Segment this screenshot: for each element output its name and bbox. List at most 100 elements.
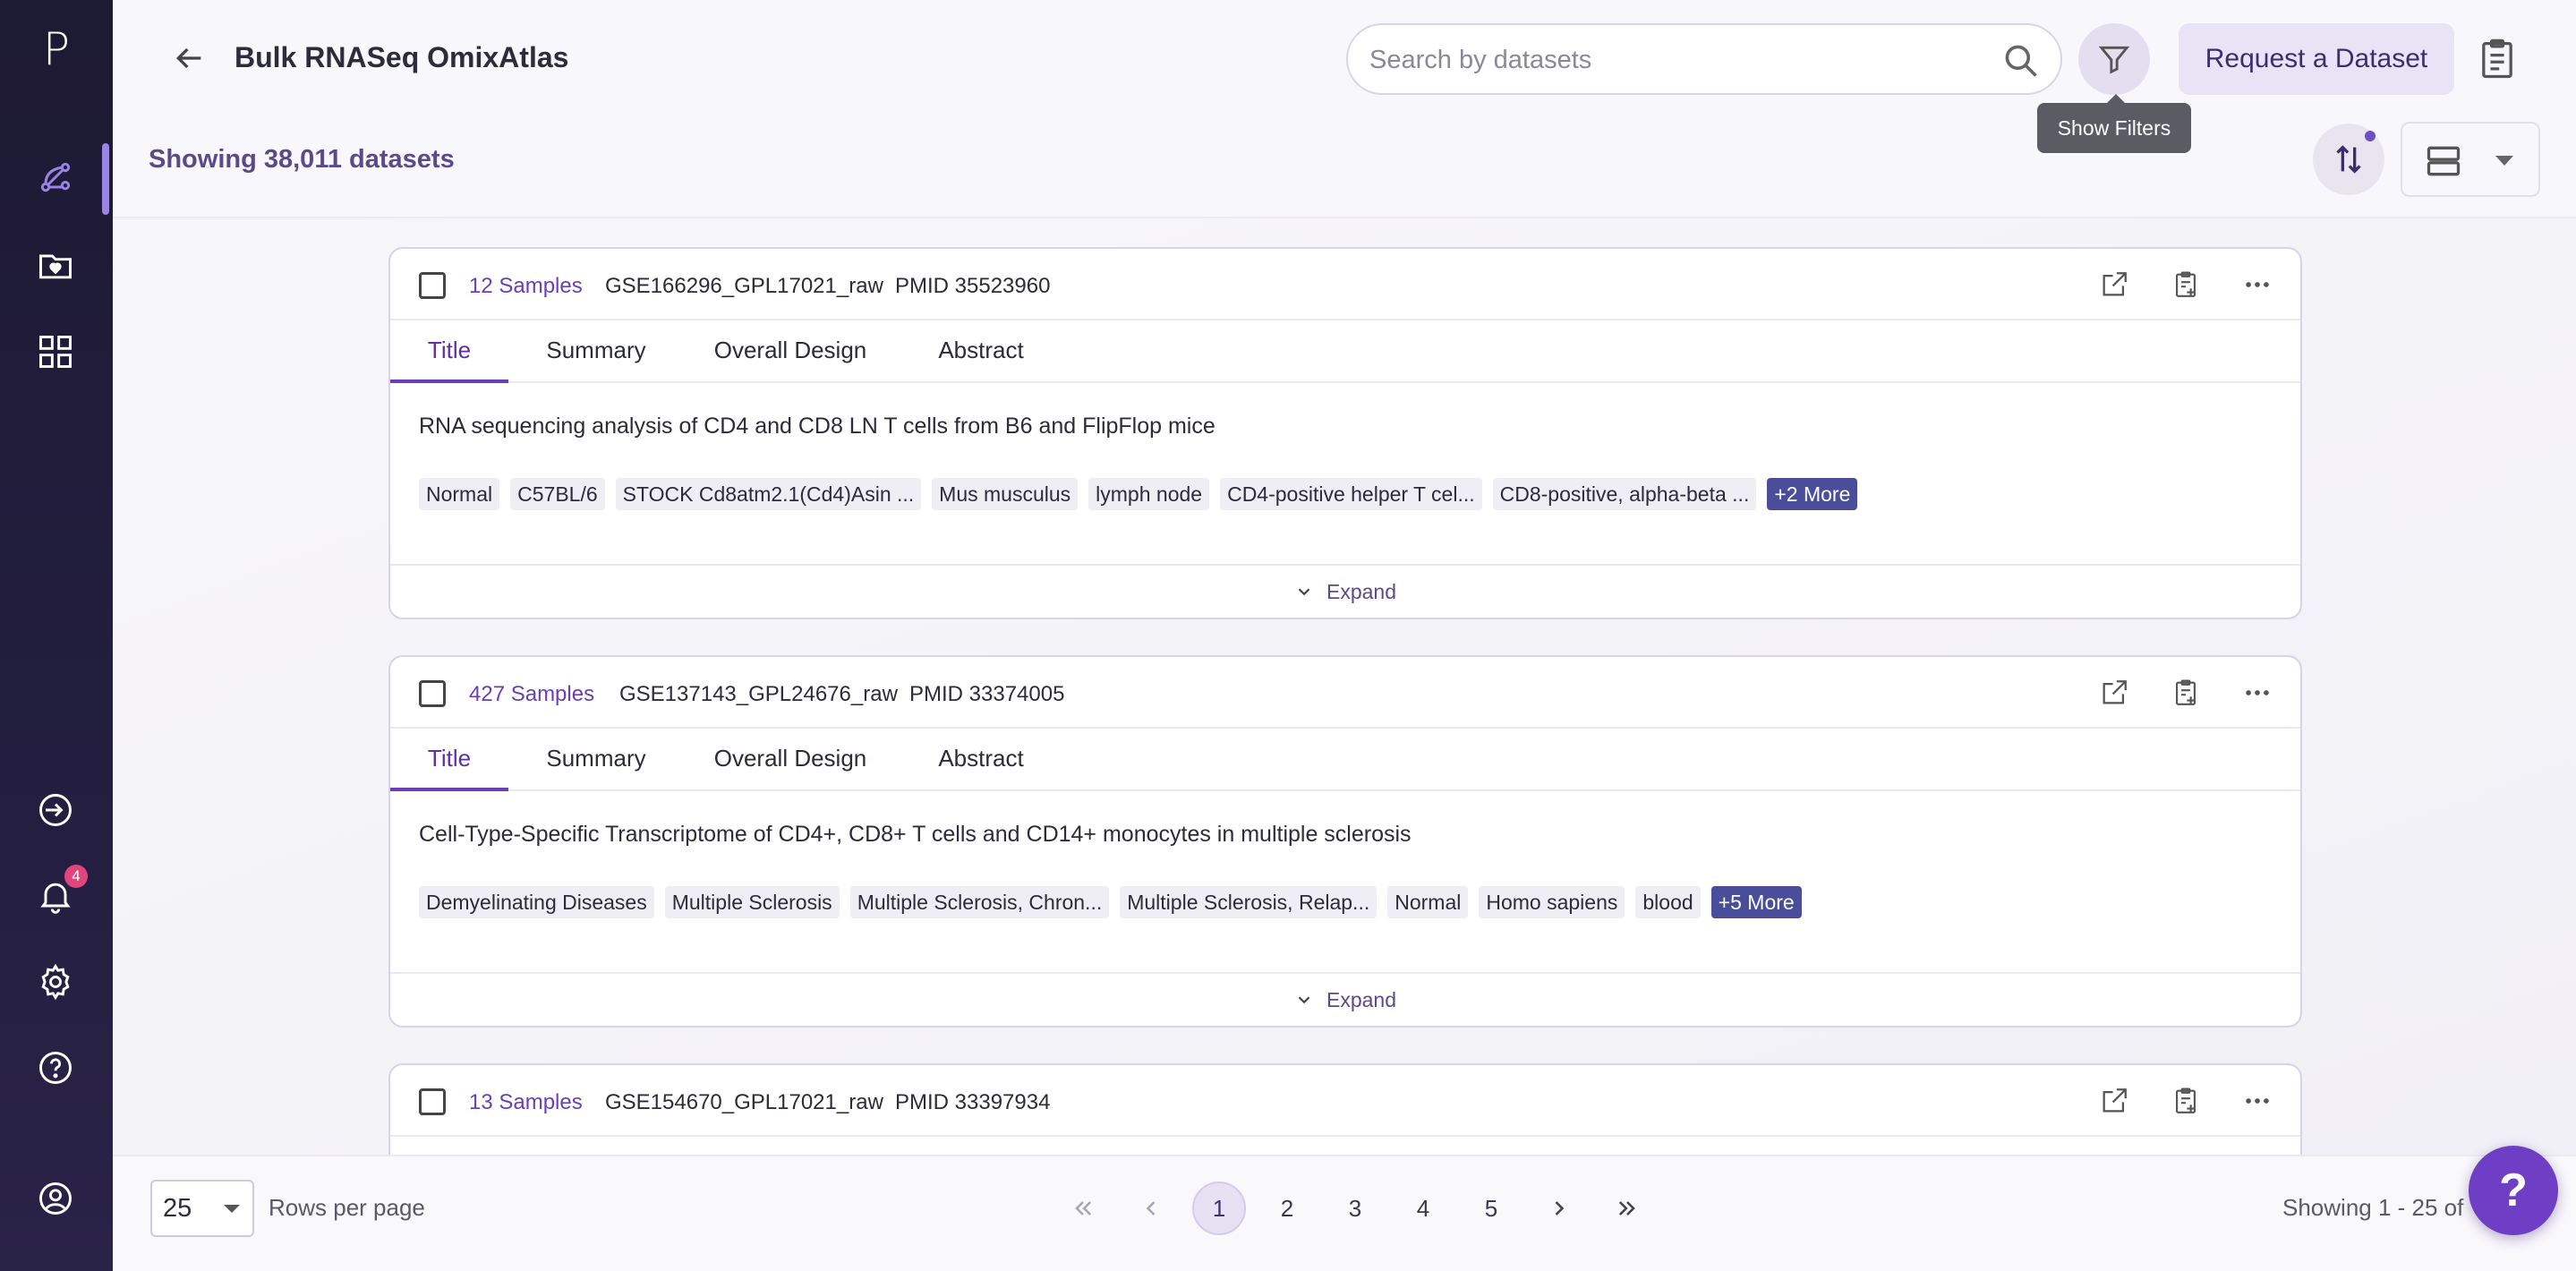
prev-page-icon[interactable] bbox=[1124, 1181, 1178, 1235]
clipboard-icon[interactable] bbox=[2474, 36, 2521, 82]
filter-button[interactable] bbox=[2078, 23, 2150, 95]
open-external-icon[interactable] bbox=[2096, 267, 2132, 303]
request-dataset-button[interactable]: Request a Dataset bbox=[2179, 23, 2454, 95]
dataset-title: RNA sequencing analysis of CD4 and CD8 L… bbox=[419, 414, 1215, 439]
more-tags-button[interactable]: +5 More bbox=[1710, 886, 1802, 918]
card-header: 12 Samples GSE166296_GPL17021_raw PMID 3… bbox=[390, 249, 2300, 320]
rows-per-page-select[interactable]: 25 bbox=[150, 1180, 254, 1237]
gear-icon[interactable] bbox=[28, 954, 83, 1010]
tab-summary[interactable]: Summary bbox=[528, 320, 664, 383]
more-options-icon[interactable] bbox=[2239, 675, 2275, 711]
chevron-down-icon bbox=[1298, 588, 1310, 596]
pmid: PMID 33374005 bbox=[909, 682, 1065, 706]
rows-per-page-value: 25 bbox=[163, 1194, 192, 1223]
sort-button[interactable] bbox=[2313, 124, 2384, 195]
top-bar: Bulk RNASeq OmixAtlas Show Filters Reque… bbox=[113, 0, 2576, 218]
tag: CD4-positive helper T cel... bbox=[1220, 478, 1482, 510]
card-tabs: Title Summary Overall Design Abstract bbox=[390, 729, 2300, 791]
tab-overall-design[interactable]: Overall Design bbox=[696, 729, 884, 791]
notification-badge: 4 bbox=[64, 865, 88, 888]
tab-summary[interactable]: Summary bbox=[528, 729, 664, 791]
expand-button[interactable]: Expand bbox=[390, 564, 2300, 618]
tag: Multiple Sclerosis bbox=[664, 886, 840, 918]
clipboard-add-icon[interactable] bbox=[2168, 267, 2204, 303]
clipboard-add-icon[interactable] bbox=[2168, 1083, 2204, 1119]
dataset-title: Cell-Type-Specific Transcriptome of CD4+… bbox=[419, 822, 1412, 847]
user-circle-icon[interactable] bbox=[28, 1171, 83, 1226]
active-indicator bbox=[102, 143, 109, 215]
tag: lymph node bbox=[1088, 478, 1210, 510]
folder-heart-icon[interactable] bbox=[28, 238, 83, 294]
page-button-1[interactable]: 1 bbox=[1192, 1181, 1246, 1235]
dataset-list: 12 Samples GSE166296_GPL17021_raw PMID 3… bbox=[113, 220, 2576, 1155]
tab-abstract[interactable]: Abstract bbox=[918, 320, 1044, 383]
view-toggle-button[interactable] bbox=[2401, 122, 2540, 197]
tag: C57BL/6 bbox=[510, 478, 605, 510]
tag-list: Demyelinating Diseases Multiple Sclerosi… bbox=[419, 886, 1802, 918]
tag: Multiple Sclerosis, Chron... bbox=[849, 886, 1110, 918]
tag: Multiple Sclerosis, Relap... bbox=[1120, 886, 1378, 918]
dataset-checkbox[interactable] bbox=[419, 272, 446, 299]
tag: Homo sapiens bbox=[1479, 886, 1625, 918]
samples-link[interactable]: 13 Samples bbox=[469, 1090, 583, 1115]
samples-link[interactable]: 12 Samples bbox=[469, 274, 583, 299]
first-page-icon[interactable] bbox=[1056, 1181, 1110, 1235]
samples-link[interactable]: 427 Samples bbox=[469, 682, 594, 707]
pagination-bar: 25 Rows per page 1 2 3 4 5 Showing 1 - 2… bbox=[113, 1155, 2576, 1271]
tab-abstract[interactable]: Abstract bbox=[918, 729, 1044, 791]
page-button-3[interactable]: 3 bbox=[1328, 1181, 1382, 1235]
expand-label: Expand bbox=[1326, 987, 1396, 1011]
tag: blood bbox=[1635, 886, 1701, 918]
tab-title[interactable]: Title bbox=[390, 729, 508, 791]
card-header: 427 Samples GSE137143_GPL24676_raw PMID … bbox=[390, 657, 2300, 729]
workflow-icon[interactable] bbox=[28, 149, 83, 205]
tab-overall-design[interactable]: Overall Design bbox=[696, 320, 884, 383]
dataset-id: GSE154670_GPL17021_raw bbox=[605, 1090, 883, 1114]
more-options-icon[interactable] bbox=[2239, 1083, 2275, 1119]
search-input[interactable] bbox=[1369, 41, 1978, 79]
dataset-checkbox[interactable] bbox=[419, 680, 446, 707]
expand-label: Expand bbox=[1326, 579, 1396, 603]
list-view-icon bbox=[2427, 146, 2461, 176]
pmid: PMID 33397934 bbox=[895, 1090, 1051, 1114]
dataset-card: 427 Samples GSE137143_GPL24676_raw PMID … bbox=[388, 655, 2302, 1028]
dataset-card: 12 Samples GSE166296_GPL17021_raw PMID 3… bbox=[388, 247, 2302, 619]
card-tabs: Title Summary Overall Design Abstract bbox=[390, 320, 2300, 383]
filter-tooltip: Show Filters bbox=[2037, 94, 2191, 153]
help-chat-button[interactable]: ? bbox=[2469, 1146, 2558, 1235]
page-button-5[interactable]: 5 bbox=[1464, 1181, 1518, 1235]
dataset-id: GSE137143_GPL24676_raw bbox=[619, 682, 898, 706]
search-box[interactable] bbox=[1346, 23, 2062, 95]
search-icon[interactable] bbox=[2001, 41, 2041, 81]
sidebar: P 4 bbox=[0, 0, 113, 1271]
dataset-id: GSE166296_GPL17021_raw bbox=[605, 274, 883, 298]
import-icon[interactable] bbox=[28, 782, 83, 838]
grid-icon[interactable] bbox=[28, 324, 83, 380]
more-tags-button[interactable]: +2 More bbox=[1767, 478, 1858, 510]
tag: STOCK Cd8atm2.1(Cd4)Asin ... bbox=[615, 478, 922, 510]
page-button-2[interactable]: 2 bbox=[1260, 1181, 1314, 1235]
back-arrow-icon[interactable] bbox=[166, 38, 211, 79]
page-button-4[interactable]: 4 bbox=[1396, 1181, 1450, 1235]
tag: Demyelinating Diseases bbox=[419, 886, 654, 918]
tag: Normal bbox=[1387, 886, 1469, 918]
card-header: 13 Samples GSE154670_GPL17021_raw PMID 3… bbox=[390, 1065, 2300, 1137]
clipboard-add-icon[interactable] bbox=[2168, 675, 2204, 711]
more-options-icon[interactable] bbox=[2239, 267, 2275, 303]
page-title: Bulk RNASeq OmixAtlas bbox=[235, 41, 569, 73]
sort-indicator-dot bbox=[2365, 131, 2376, 141]
help-circle-icon[interactable] bbox=[28, 1040, 83, 1096]
last-page-icon[interactable] bbox=[1600, 1181, 1654, 1235]
expand-button[interactable]: Expand bbox=[390, 972, 2300, 1026]
tag: Normal bbox=[419, 478, 500, 510]
chevron-down-icon bbox=[1298, 996, 1310, 1004]
next-page-icon[interactable] bbox=[1532, 1181, 1586, 1235]
open-external-icon[interactable] bbox=[2096, 1083, 2132, 1119]
dataset-checkbox[interactable] bbox=[419, 1088, 446, 1115]
tag: CD8-positive, alpha-beta ... bbox=[1492, 478, 1757, 510]
open-external-icon[interactable] bbox=[2096, 675, 2132, 711]
app-logo[interactable]: P bbox=[0, 18, 113, 81]
rows-per-page-label: Rows per page bbox=[269, 1194, 425, 1221]
caret-down-icon bbox=[224, 1205, 240, 1213]
tab-title[interactable]: Title bbox=[390, 320, 508, 383]
